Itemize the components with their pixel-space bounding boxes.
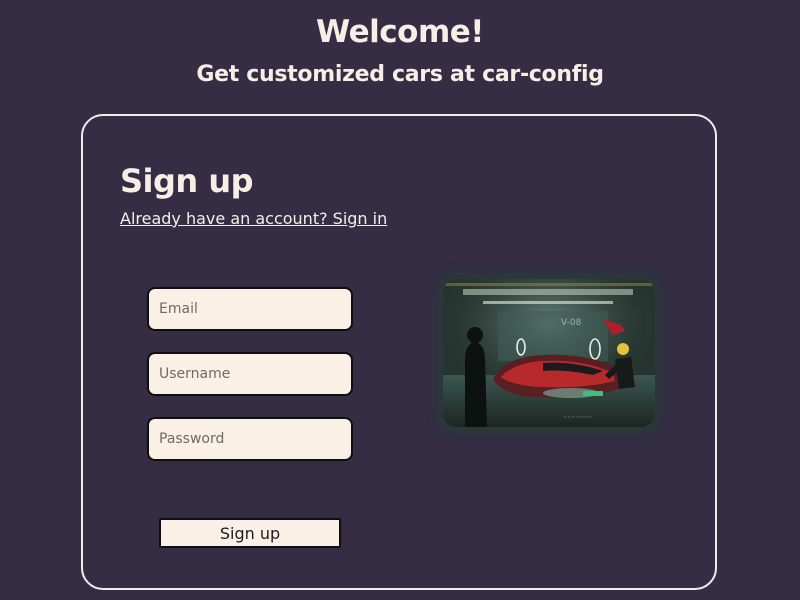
signup-card: Sign up Already have an account? Sign in… [81,114,717,590]
username-input[interactable] [147,352,353,396]
svg-text:~~~~~~~: ~~~~~~~ [563,415,592,421]
signup-title: Sign up [120,162,254,200]
tagline-heading: Get customized cars at car-config [196,62,604,87]
car-garage-image: V-08 ~~~~~~~ [443,279,655,427]
car-garage-illustration: V-08 ~~~~~~~ [443,279,655,427]
email-input[interactable] [147,287,353,331]
signin-link[interactable]: Already have an account? Sign in [120,209,387,228]
svg-text:V-08: V-08 [561,318,582,328]
signup-button[interactable]: Sign up [159,518,341,548]
welcome-heading: Welcome! [316,14,484,50]
password-input[interactable] [147,417,353,461]
signup-page: Welcome! Get customized cars at car-conf… [0,0,800,600]
